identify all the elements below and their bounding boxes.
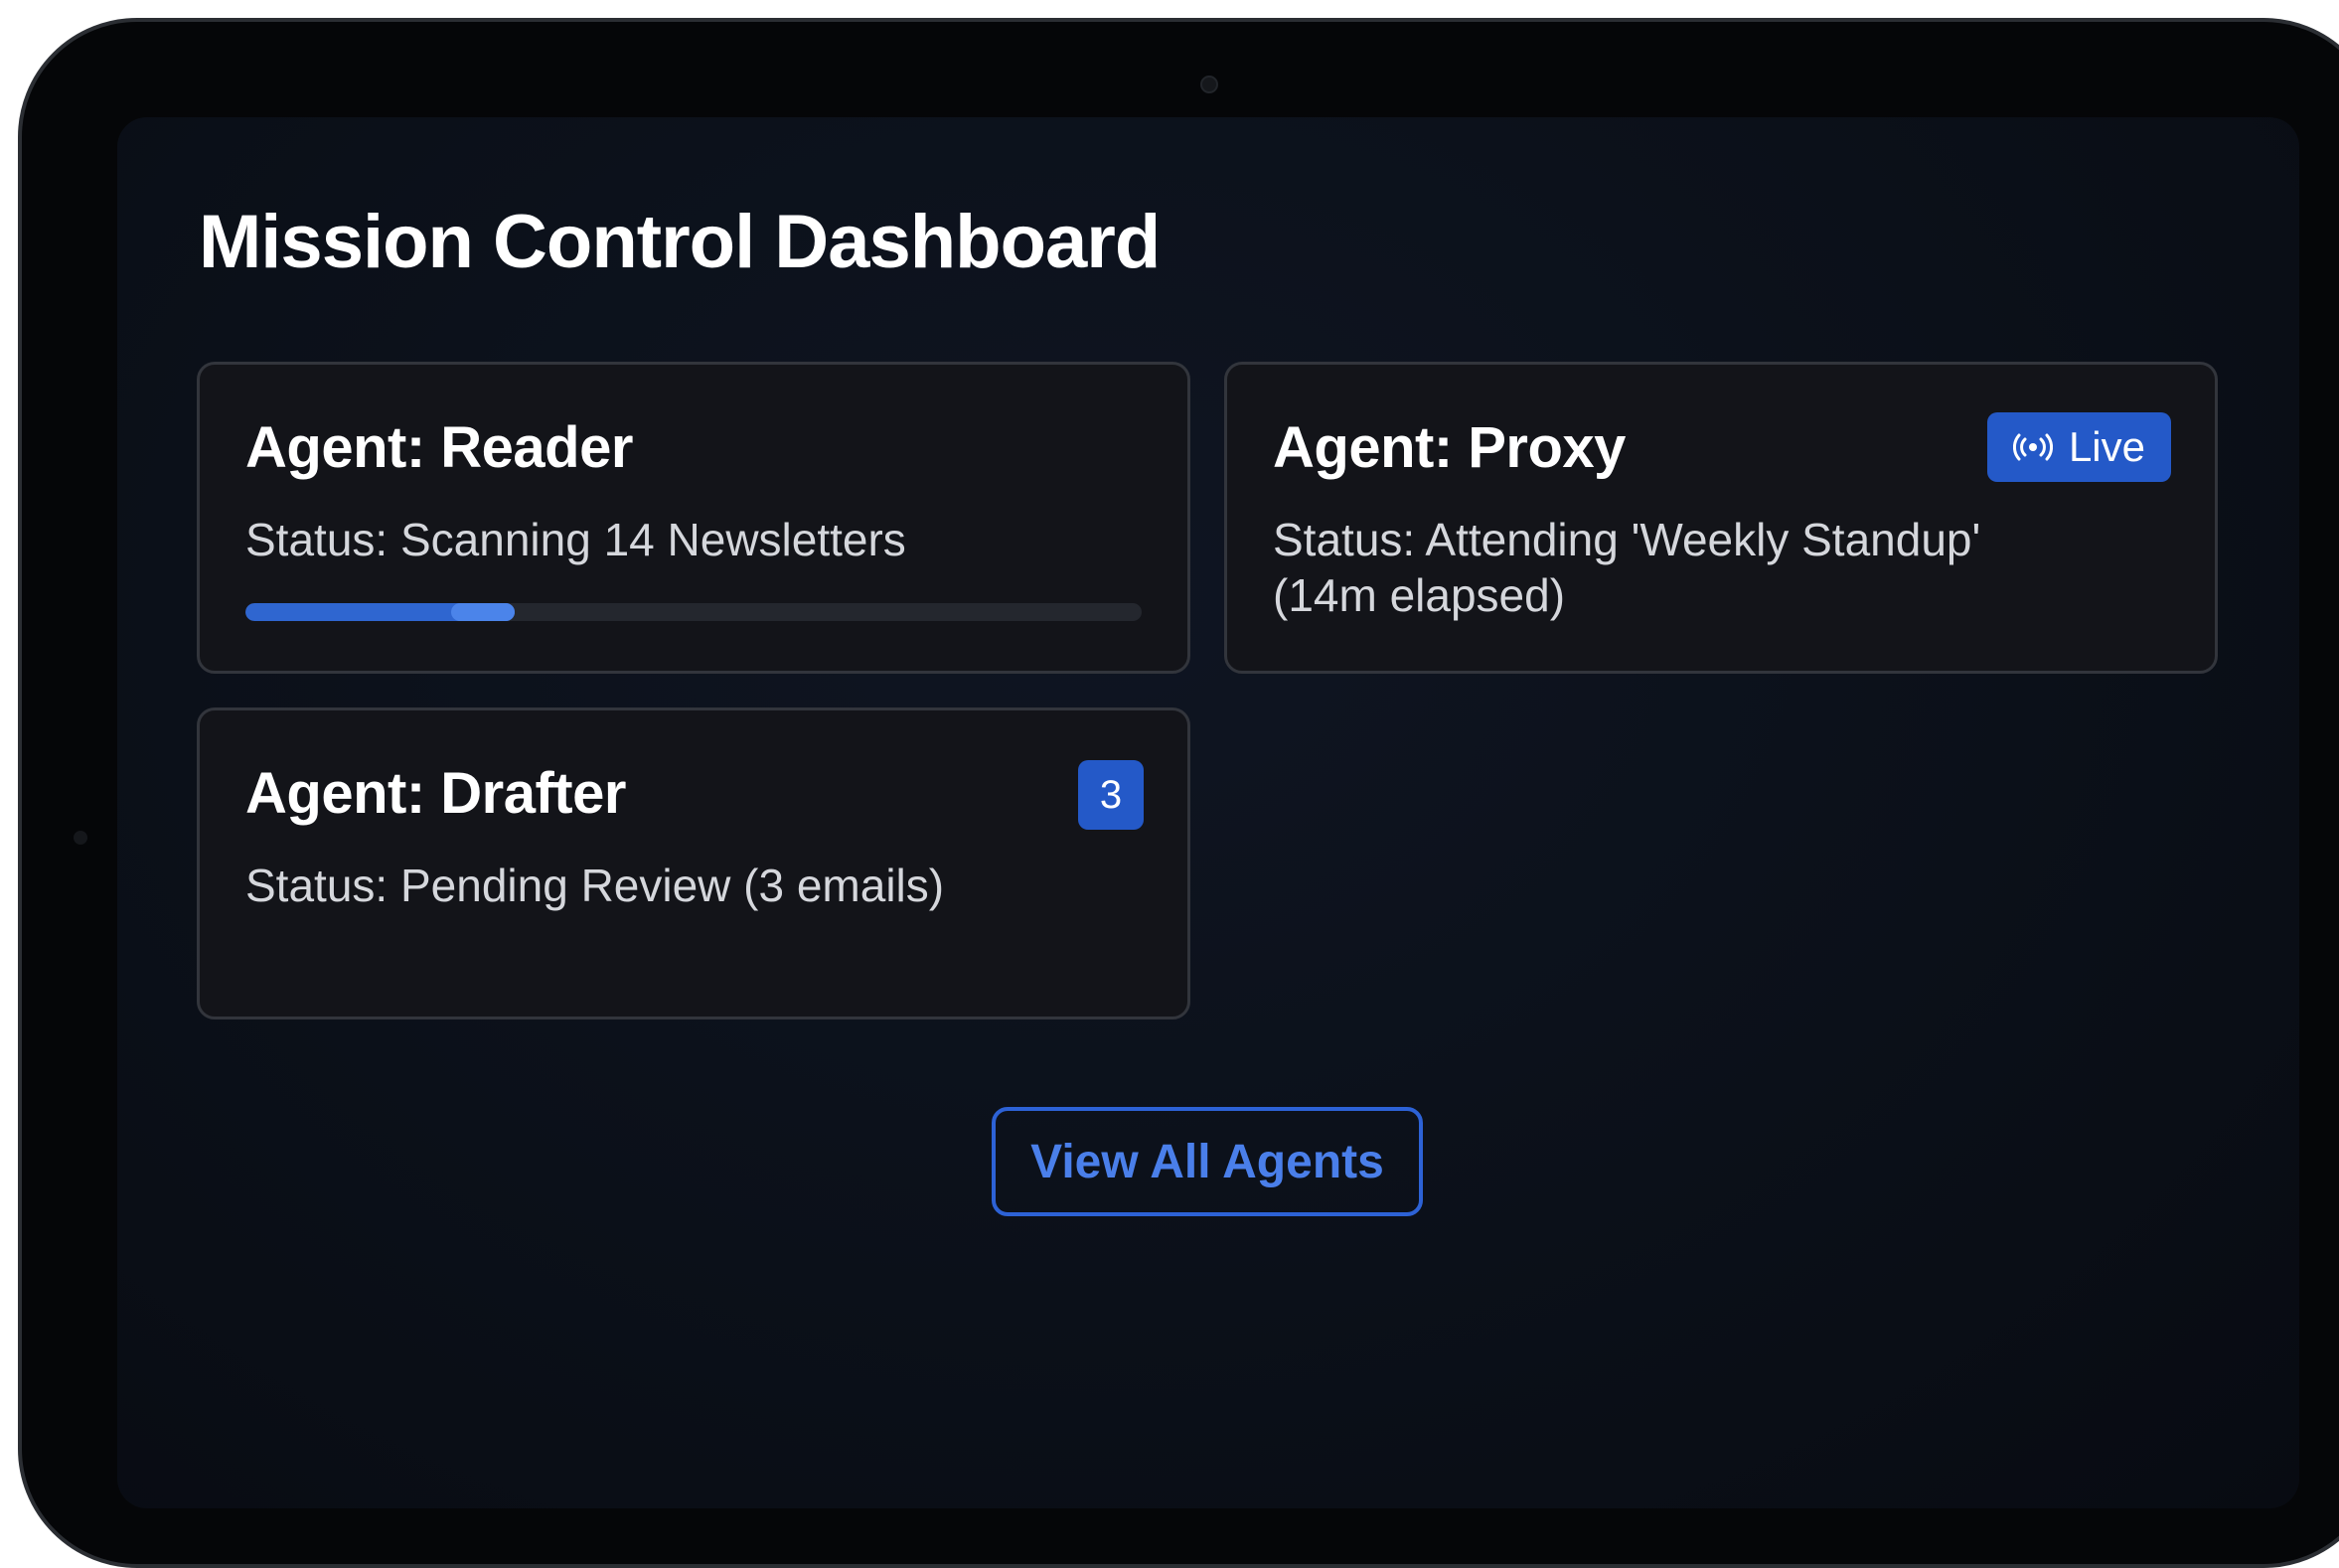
agent-proxy-status-line1: Status: Attending 'Weekly Standup' <box>1273 514 1981 565</box>
agent-reader-title: Agent: Reader <box>245 415 633 480</box>
broadcast-icon <box>2012 433 2053 461</box>
live-badge-label: Live <box>2068 423 2145 470</box>
tablet-device: Mission Control Dashboard Agent: Reader … <box>18 18 2339 1568</box>
agent-card-reader[interactable]: Agent: Reader Status: Scanning 14 Newsle… <box>197 362 1190 674</box>
agent-proxy-status: Status: Attending 'Weekly Standup' (14m … <box>1273 512 1980 623</box>
dashboard-screen: Mission Control Dashboard Agent: Reader … <box>117 117 2299 1508</box>
agent-card-proxy[interactable]: Agent: Proxy Live Status: Attending 'Wee… <box>1224 362 2218 674</box>
pending-count-badge: 3 <box>1078 760 1144 830</box>
agent-drafter-status: Status: Pending Review (3 emails) <box>245 860 945 911</box>
front-camera <box>1200 76 1218 93</box>
agent-reader-status: Status: Scanning 14 Newsletters <box>245 514 906 565</box>
reader-progress-highlight <box>450 603 515 621</box>
page-title: Mission Control Dashboard <box>199 200 1161 284</box>
agent-drafter-title: Agent: Drafter <box>245 761 626 826</box>
live-badge: Live <box>1986 412 2171 482</box>
reader-progress-bar <box>245 603 1142 621</box>
agent-proxy-status-line2: (14m elapsed) <box>1273 569 1566 621</box>
agent-card-drafter[interactable]: Agent: Drafter 3 Status: Pending Review … <box>197 707 1190 1019</box>
agent-proxy-title: Agent: Proxy <box>1273 415 1626 480</box>
side-sensor <box>74 831 87 845</box>
view-all-agents-button[interactable]: View All Agents <box>992 1107 1423 1216</box>
